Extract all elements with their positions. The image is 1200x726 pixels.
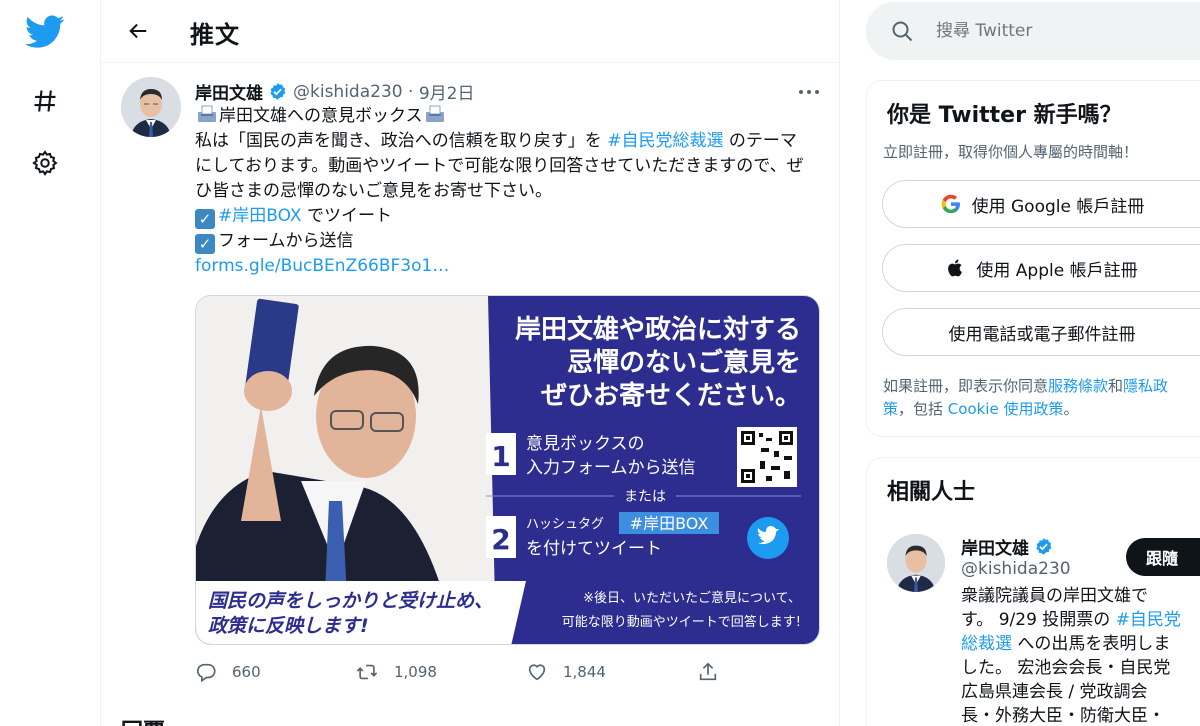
apple-icon (946, 257, 966, 279)
tweet-line-5: ✓ #岸田BOX でツイート (195, 204, 815, 229)
related-avatar[interactable] (887, 534, 945, 592)
step-1-text-b: 入力フォームから送信 (526, 458, 696, 478)
step-1-number: 1 (491, 440, 510, 473)
poster-headline-3: ぜひお寄せください。 (541, 380, 801, 411)
twitter-bird-icon (25, 15, 65, 48)
author-handle[interactable]: @kishida230 (293, 82, 403, 102)
main-column: 推文 岸田文雄 @kishida230 · 9月2日 岸田文雄への意見ボックス … (101, 0, 840, 726)
step-1-text-a: 意見ボックスの (526, 434, 645, 454)
signup-legal-text: 如果註冊，即表示你同意服務條款和隱私政 策，包括 Cookie 使用政策。 (883, 377, 1169, 418)
apple-signup-button[interactable]: 使用 Apple 帳戶註冊 (882, 244, 1200, 292)
privacy-link-cont[interactable]: 策 (883, 400, 898, 418)
hashtag-link[interactable]: 総裁選 (961, 634, 1012, 654)
phone-email-signup-button[interactable]: 使用電話或電子郵件註冊 (882, 308, 1200, 356)
tweet-link[interactable]: forms.gle/BucBEnZ66BF3o1… (195, 254, 815, 279)
page-title: 推文 (190, 21, 240, 49)
search-icon (892, 21, 913, 42)
author-line: 岸田文雄 @kishida230 · 9月2日 (195, 79, 475, 105)
share-button[interactable] (697, 661, 734, 683)
apple-signup-label: 使用 Apple 帳戶註冊 (976, 260, 1138, 281)
signup-subtitle: 立即註冊，取得你個人專屬的時間軸！ (883, 143, 1139, 161)
check-mark-icon: ✓ (195, 234, 215, 254)
page-header: 推文 (101, 0, 839, 63)
note-line-2: 可能な限り動画やツイートで回答します! (562, 614, 801, 630)
google-signup-button[interactable]: 使用 Google 帳戶註冊 (882, 180, 1200, 228)
hashtag-link[interactable]: #自民党総裁選 (607, 131, 723, 151)
tweet-image[interactable]: 岸田文雄や政治に対する 忌憚のないご意見を ぜひお寄せください。 1 意見ボック… (195, 295, 820, 645)
replies-heading: 回覆 (121, 714, 165, 726)
qr-code (737, 427, 797, 487)
tweet-line-3: にしております。動画やツイートで可能な限り回答させていただきますので、ぜ (195, 156, 804, 176)
avatar-portrait (887, 534, 945, 592)
tweet-date[interactable]: 9月2日 (419, 79, 475, 104)
reply-icon (196, 663, 216, 683)
follow-button[interactable]: 跟隨 (1126, 538, 1200, 576)
back-button[interactable] (123, 16, 153, 46)
signup-card: 你是 Twitter 新手嗎？ 立即註冊，取得你個人專屬的時間軸！ 使用 Goo… (866, 80, 1200, 437)
privacy-link[interactable]: 隱私政 (1123, 377, 1168, 395)
related-name[interactable]: 岸田文雄 (961, 534, 1059, 559)
related-handle[interactable]: @kishida230 (961, 559, 1071, 579)
signup-title: 你是 Twitter 新手嗎？ (887, 103, 1122, 128)
step-2-text-a: ハッシュタグ (526, 517, 604, 532)
retweet-count: 1,098 (394, 663, 437, 681)
poster-headline-1: 岸田文雄や政治に対する (515, 314, 801, 345)
step-2-number: 2 (491, 523, 510, 556)
poster-headline-2: 忌憚のないご意見を (567, 347, 801, 378)
tweet-actions: 660 1,098 1,844 (195, 661, 815, 689)
hashtag-link[interactable]: #自民党 (1116, 610, 1181, 630)
or-label: または (624, 489, 666, 505)
ballot-box-icon (425, 105, 444, 122)
note-line-1: ※後日、いただいたご意見について、 (583, 590, 801, 606)
author-avatar[interactable] (121, 77, 181, 137)
step-2-text-b: を付けてツイート (526, 539, 662, 559)
google-signup-label: 使用 Google 帳戶註冊 (971, 196, 1145, 217)
left-nav (0, 0, 101, 726)
reply-button[interactable]: 660 (195, 661, 261, 683)
gear-icon (32, 150, 58, 176)
author-name[interactable]: 岸田文雄 (195, 79, 263, 104)
hashtag-icon (34, 90, 56, 112)
check-mark-icon: ✓ (195, 209, 215, 229)
more-options-button[interactable] (798, 83, 820, 95)
twitter-logo[interactable] (22, 9, 68, 55)
related-people-card: 相關人士 岸田文雄 @kishida230 跟隨 衆議院議員の岸田文雄で す。 … (866, 457, 1200, 726)
related-title: 相關人士 (887, 480, 976, 505)
heart-icon (528, 664, 546, 681)
tweet-line-6: ✓ フォームから送信 (195, 229, 815, 254)
retweet-icon (356, 664, 378, 680)
verified-badge-icon (1034, 537, 1053, 556)
tweet-line-1: 岸田文雄への意見ボックス (195, 104, 815, 129)
like-count: 1,844 (563, 663, 606, 681)
like-button[interactable]: 1,844 (526, 661, 606, 683)
tweet-line-4: ひ皆さまの忌憚のないご意見をお寄せ下さい。 (195, 181, 552, 201)
tweet-text: 岸田文雄への意見ボックス 私は「国民の声を聞き、政治への信頼を取り戻す」を #自… (195, 104, 815, 279)
step-2-hashtag: #岸田BOX (630, 514, 709, 533)
phone-email-signup-label: 使用電話或電子郵件註冊 (948, 324, 1136, 345)
banner-line-1: 国民の声をしっかりと受け止め、 (208, 590, 493, 612)
search-input[interactable] (936, 14, 1196, 48)
tweet-line-2: 私は「国民の声を聞き、政治への信頼を取り戻す」を #自民党総裁選 のテーマ (195, 131, 797, 151)
related-bio: 衆議院議員の岸田文雄で す。 9/29 投開票の #自民党 総裁選 への出馬を表… (961, 586, 1181, 726)
reply-count: 660 (232, 663, 261, 681)
search-bar (866, 2, 1200, 60)
google-icon (940, 193, 962, 215)
arrow-left-icon (129, 23, 147, 39)
hashtag-link[interactable]: #岸田BOX (218, 206, 302, 226)
more-icon (799, 90, 819, 94)
tweet-sep: · (408, 81, 414, 102)
settings-nav-item[interactable] (22, 140, 68, 186)
avatar-portrait (121, 77, 181, 137)
banner-line-2: 政策に反映します! (208, 615, 369, 637)
share-icon (699, 662, 717, 681)
terms-link[interactable]: 服務條款 (1048, 377, 1108, 395)
retweet-button[interactable]: 1,098 (355, 661, 437, 683)
kishida-box-poster: 岸田文雄や政治に対する 忌憚のないご意見を ぜひお寄せください。 1 意見ボック… (196, 296, 819, 644)
verified-badge-icon (268, 82, 287, 101)
cookie-policy-link[interactable]: Cookie 使用政策 (948, 400, 1064, 418)
explore-nav-item[interactable] (22, 78, 68, 124)
ballot-box-icon (198, 105, 216, 122)
